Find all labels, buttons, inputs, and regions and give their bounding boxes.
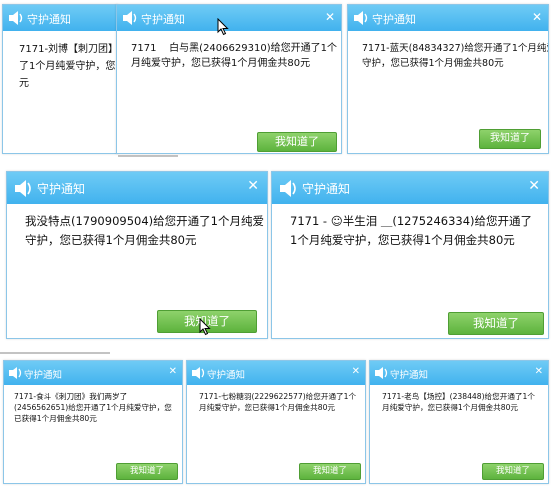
close-icon[interactable]: ✕ bbox=[528, 178, 540, 194]
title-bar: 守护通知 ✕ bbox=[348, 5, 548, 31]
close-icon[interactable]: ✕ bbox=[532, 10, 542, 24]
window-title: 守护通知 bbox=[390, 370, 429, 381]
notification-window: 守护通知 ✕ 7171-老鸟【场控】(238448)给您开通了1个 月纯爱守护，… bbox=[369, 360, 549, 484]
speaker-icon bbox=[280, 180, 296, 197]
notification-message: 7171-老鸟【场控】(238448)给您开通了1个 月纯爱守护，您已获得1个月… bbox=[382, 392, 535, 412]
notification-window: 守护通知 ✕ 7171-食斗《刺刀团》我们两岁了 (2456562651)给您开… bbox=[3, 360, 183, 484]
mouse-cursor-icon bbox=[199, 318, 211, 336]
speaker-icon bbox=[192, 367, 205, 379]
acknowledge-button[interactable]: 我知道了 bbox=[299, 463, 361, 480]
notification-window: 守护通知 ✕ 7171-蓝天(84834327)给您开通了1个月纯爱 守护，您已… bbox=[347, 4, 549, 154]
title-bar: 守护通知 ✕ bbox=[4, 361, 182, 385]
acknowledge-button[interactable]: 我知道了 bbox=[482, 463, 544, 480]
notification-message: 7171-食斗《刺刀团》我们两岁了 (2456562651)给您开通了1个月纯爱… bbox=[14, 392, 172, 423]
notification-window: 守护通知 ✕ 我没特点(1790909504)给您开通了1个月纯爱 守护，您已获… bbox=[6, 171, 268, 339]
notification-message: 7171-七粉糖羽(2229622577)给您开通了1个 月纯爱守护，您已获得1… bbox=[199, 392, 357, 412]
window-title: 守护通知 bbox=[302, 182, 351, 196]
notification-message: 7171 - ☺半生泪 ＿(1275246334)给您开通了 1个月纯爱守护，您… bbox=[290, 214, 533, 247]
notification-window: 守护通知 ✕ 7171-七粉糖羽(2229622577)给您开通了1个 月纯爱守… bbox=[186, 360, 366, 484]
title-bar: 守护通知 ✕ bbox=[272, 172, 548, 204]
acknowledge-button[interactable]: 我知道了 bbox=[448, 312, 544, 335]
window-title: 守护通知 bbox=[372, 13, 416, 26]
speaker-icon bbox=[9, 11, 23, 25]
window-title: 守护通知 bbox=[24, 370, 63, 381]
notification-message: 我没特点(1790909504)给您开通了1个月纯爱 守护，您已获得1个月佣金共… bbox=[25, 214, 264, 247]
title-bar: 守护通知 ✕ bbox=[117, 5, 341, 31]
background-strip bbox=[118, 155, 178, 157]
window-title: 守护通知 bbox=[141, 13, 185, 26]
speaker-icon bbox=[123, 11, 137, 25]
title-bar: 守护通知 ✕ bbox=[370, 361, 548, 385]
close-icon[interactable]: ✕ bbox=[325, 10, 335, 24]
mouse-cursor-icon bbox=[217, 18, 229, 36]
window-title: 守护通知 bbox=[207, 370, 246, 381]
speaker-icon bbox=[354, 11, 368, 25]
acknowledge-button[interactable]: 我知道了 bbox=[257, 132, 337, 152]
acknowledge-button[interactable]: 我知道了 bbox=[116, 463, 178, 480]
notification-message: 7171 白与黑(2406629310)给您开通了1个 月纯爱守护，您已获得1个… bbox=[131, 43, 337, 69]
close-icon[interactable]: ✕ bbox=[169, 366, 177, 377]
window-title: 守护通知 bbox=[27, 13, 71, 26]
background-strip bbox=[0, 352, 110, 354]
notification-message: 7171-刘博【刺刀团】给您开通 了1个月纯爱守护，您已获得1个月佣金共 元 bbox=[19, 44, 118, 89]
notification-message: 7171-蓝天(84834327)给您开通了1个月纯爱 守护，您已获得1个月佣金… bbox=[362, 43, 549, 69]
notification-window: 守护通知 7171-刘博【刺刀团】给您开通 了1个月纯爱守护，您已获得1个月佣金… bbox=[2, 4, 118, 154]
title-bar: 守护通知 ✕ bbox=[187, 361, 365, 385]
notification-window: 守护通知 ✕ 7171 白与黑(2406629310)给您开通了1个 月纯爱守护… bbox=[116, 4, 342, 154]
speaker-icon bbox=[375, 367, 388, 379]
title-bar: 守护通知 ✕ bbox=[7, 172, 267, 204]
window-title: 守护通知 bbox=[37, 182, 86, 196]
close-icon[interactable]: ✕ bbox=[247, 178, 259, 194]
notification-window: 守护通知 ✕ 7171 - ☺半生泪 ＿(1275246334)给您开通了 1个… bbox=[271, 171, 549, 339]
speaker-icon bbox=[15, 180, 31, 197]
acknowledge-button[interactable]: 我知道了 bbox=[479, 129, 541, 149]
title-bar: 守护通知 bbox=[3, 5, 117, 31]
close-icon[interactable]: ✕ bbox=[535, 366, 543, 377]
speaker-icon bbox=[9, 367, 22, 379]
close-icon[interactable]: ✕ bbox=[352, 366, 360, 377]
